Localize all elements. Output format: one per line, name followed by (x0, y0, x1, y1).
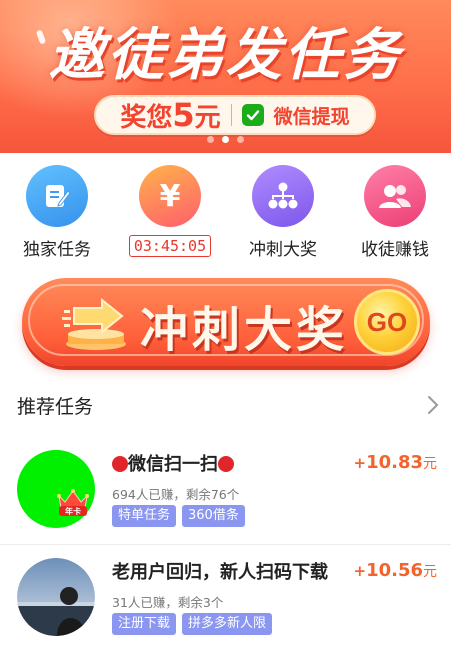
task-item[interactable]: 老用户回归，新人扫码下载 31人已赚，剩余3个 注册下载 拼多多新人限 +10.… (0, 546, 451, 647)
task-title: 微信扫一扫 (112, 450, 234, 476)
red-circle-icon (218, 456, 234, 472)
yen-icon: ¥ (139, 165, 201, 227)
task-reward: +10.56元 (353, 560, 437, 581)
list-divider (0, 544, 451, 545)
reward-sign: + (353, 454, 367, 472)
reward-text: 奖您5元 (120, 96, 220, 134)
withdraw-label: 微信提现 (273, 105, 350, 128)
task-tag: 注册下载 (112, 613, 177, 635)
go-button[interactable]: GO (354, 289, 420, 355)
task-tags: 注册下载 拼多多新人限 (112, 613, 273, 635)
shortcut-recruit-apprentice[interactable]: 收徒赚钱 (339, 165, 451, 260)
countdown-timer: 03:45:05 (128, 235, 212, 257)
shortcut-label: 冲刺大奖 (249, 240, 317, 260)
sprint-title: 冲刺大奖 (140, 302, 349, 358)
reward-unit: 元 (423, 456, 437, 472)
annual-card-badge-icon: 年卡 (57, 489, 89, 516)
reward-sign: + (353, 562, 367, 580)
task-reward: +10.83元 (353, 452, 437, 473)
reward-unit: 元 (423, 564, 437, 580)
chevron-right-icon[interactable] (427, 394, 439, 416)
task-title: 老用户回归，新人扫码下载 (112, 562, 328, 583)
task-title-text: 微信扫一扫 (128, 454, 218, 475)
task-tag: 360借条 (182, 505, 245, 527)
carousel-dot[interactable] (207, 136, 214, 143)
carousel-indicator (0, 136, 451, 143)
edit-note-icon (26, 165, 88, 227)
shortcut-sprint-prize[interactable]: 冲刺大奖 (227, 165, 339, 260)
shortcut-countdown[interactable]: ¥ 03:45:05 (114, 165, 226, 257)
reward-amount: 10.83 (366, 452, 423, 473)
reward-prefix: 奖您 (120, 103, 173, 133)
badge-label: 年卡 (65, 506, 81, 516)
shortcut-label: 收徒赚钱 (361, 240, 429, 260)
task-tag: 特单任务 (112, 505, 177, 527)
shortcut-exclusive-tasks[interactable]: 独家任务 (1, 165, 113, 260)
task-avatar (17, 558, 95, 636)
pill-divider (230, 104, 232, 126)
wechat-check-icon (241, 104, 264, 126)
carousel-dot-active[interactable] (222, 136, 229, 143)
users-icon (364, 165, 426, 227)
org-chart-icon (252, 165, 314, 227)
sprint-prize-banner[interactable]: 冲刺大奖 GO (22, 278, 430, 366)
promo-banner[interactable]: 邀徒弟发任务 奖您5元 微信提现 (0, 0, 451, 153)
shortcut-label: 独家任务 (23, 240, 91, 260)
banner-title: 邀徒弟发任务 (48, 23, 403, 88)
carousel-dot[interactable] (237, 136, 244, 143)
shortcut-grid: 独家任务 ¥ 03:45:05 冲刺大奖 收徒赚钱 (0, 165, 451, 265)
task-stats: 694人已赚，剩余76个 (112, 487, 240, 502)
red-circle-icon (112, 456, 128, 472)
task-tags: 特单任务 360借条 (112, 505, 245, 527)
section-title: 推荐任务 (17, 396, 94, 418)
arrow-pedestal-icon (62, 297, 126, 350)
reward-pill: 奖您5元 微信提现 (94, 95, 376, 135)
reward-amount: 10.56 (366, 560, 423, 581)
reward-amount: 5 (172, 96, 195, 134)
task-stats: 31人已赚，剩余3个 (112, 595, 224, 610)
reward-unit: 元 (194, 103, 221, 133)
task-tag: 拼多多新人限 (182, 613, 273, 635)
recommended-header[interactable]: 推荐任务 (17, 392, 439, 422)
task-item[interactable]: 年卡 微信扫一扫 694人已赚，剩余76个 特单任务 360借条 +10.83元 (0, 438, 451, 543)
